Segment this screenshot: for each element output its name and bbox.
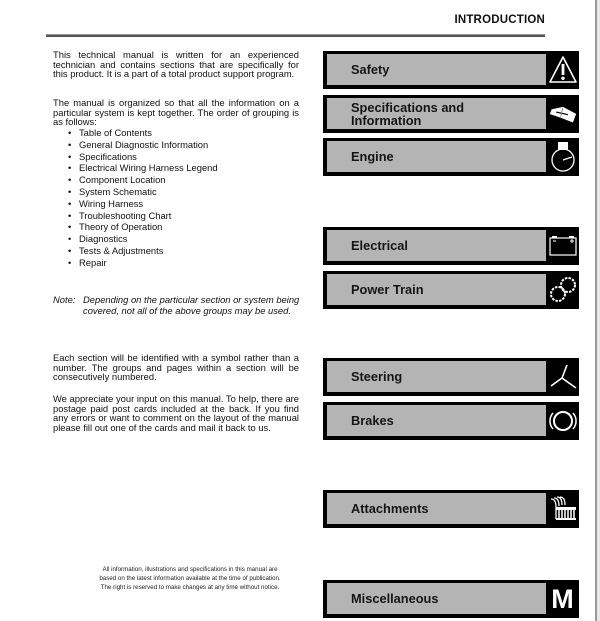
section-tab-panel: Miscellaneous (327, 583, 546, 614)
section-tab-electrical[interactable]: Electrical (323, 227, 579, 265)
open-book-icon (546, 95, 579, 133)
gears-icon (546, 271, 579, 309)
section-tab-panel: Specifications and Information (327, 98, 546, 129)
section-tab-panel: Attachments (327, 493, 546, 524)
section-tab-power-train[interactable]: Power Train (323, 271, 579, 309)
list-item: Theory of Operation (68, 221, 218, 233)
letter-m-icon: M (546, 580, 579, 618)
section-tab-label: Attachments (351, 501, 429, 516)
section-tab-panel: Engine (327, 141, 546, 172)
list-item: Table of Contents (68, 127, 218, 139)
brake-drum-icon (546, 402, 579, 440)
intro-paragraph-2: The manual is organized so that all the … (53, 97, 299, 128)
section-tab-brakes[interactable]: Brakes (323, 402, 579, 440)
section-tab-label: Miscellaneous (351, 591, 439, 606)
section-tab-label: Electrical (351, 238, 408, 253)
section-tab-label: Brakes (351, 413, 394, 428)
list-item: Diagnostics (68, 233, 218, 245)
list-item: Specifications (68, 151, 218, 163)
list-item: System Schematic (68, 186, 218, 198)
section-tab-safety[interactable]: Safety (323, 51, 579, 89)
intro-paragraph-1: This technical manual is written for an … (53, 49, 299, 80)
warning-triangle-icon (546, 51, 579, 89)
section-tab-label: Safety (351, 62, 390, 77)
grouping-list: Table of Contents General Diagnostic Inf… (68, 127, 218, 269)
section-tab-panel: Electrical (327, 230, 546, 261)
section-tab-panel: Brakes (327, 405, 546, 436)
list-item: General Diagnostic Information (68, 139, 218, 151)
note: Note: Depending on the particular sectio… (53, 294, 303, 316)
header-rule (46, 34, 545, 37)
intro-paragraph-4: We appreciate your input on this manual.… (53, 393, 299, 433)
section-tab-panel: Safety (327, 54, 546, 85)
stopwatch-icon (546, 138, 579, 176)
section-tab-label: Specifications and Information (351, 99, 465, 128)
section-tab-miscellaneous[interactable]: Miscellaneous M (323, 580, 579, 618)
list-item: Troubleshooting Chart (68, 210, 218, 222)
note-label: Note: (53, 294, 76, 305)
section-tab-specifications[interactable]: Specifications and Information (323, 95, 579, 133)
list-item: Wiring Harness (68, 198, 218, 210)
letter-m-glyph: M (551, 583, 574, 614)
section-tab-label: Steering (351, 369, 403, 384)
list-item: Component Location (68, 174, 218, 186)
section-tab-engine[interactable]: Engine (323, 138, 579, 176)
list-item: Electrical Wiring Harness Legend (68, 162, 218, 174)
section-tab-attachments[interactable]: Attachments (323, 490, 579, 528)
intro-paragraph-3: Each section will be identified with a s… (53, 352, 299, 383)
section-tab-panel: Steering (327, 361, 546, 392)
section-tab-label: Engine (351, 149, 394, 164)
list-item: Tests & Adjustments (68, 245, 218, 257)
section-tab-steering[interactable]: Steering (323, 358, 579, 396)
section-tab-label: Power Train (351, 282, 424, 297)
section-tab-panel: Power Train (327, 274, 546, 305)
note-text: Depending on the particular section or s… (83, 294, 300, 316)
list-item: Repair (68, 257, 218, 269)
steering-wheel-icon (546, 358, 579, 396)
battery-icon (546, 227, 579, 265)
footer-notice: All information, illustrations and speci… (99, 566, 281, 591)
attachment-rake-icon (546, 490, 579, 528)
page-title: INTRODUCTION (454, 14, 545, 26)
